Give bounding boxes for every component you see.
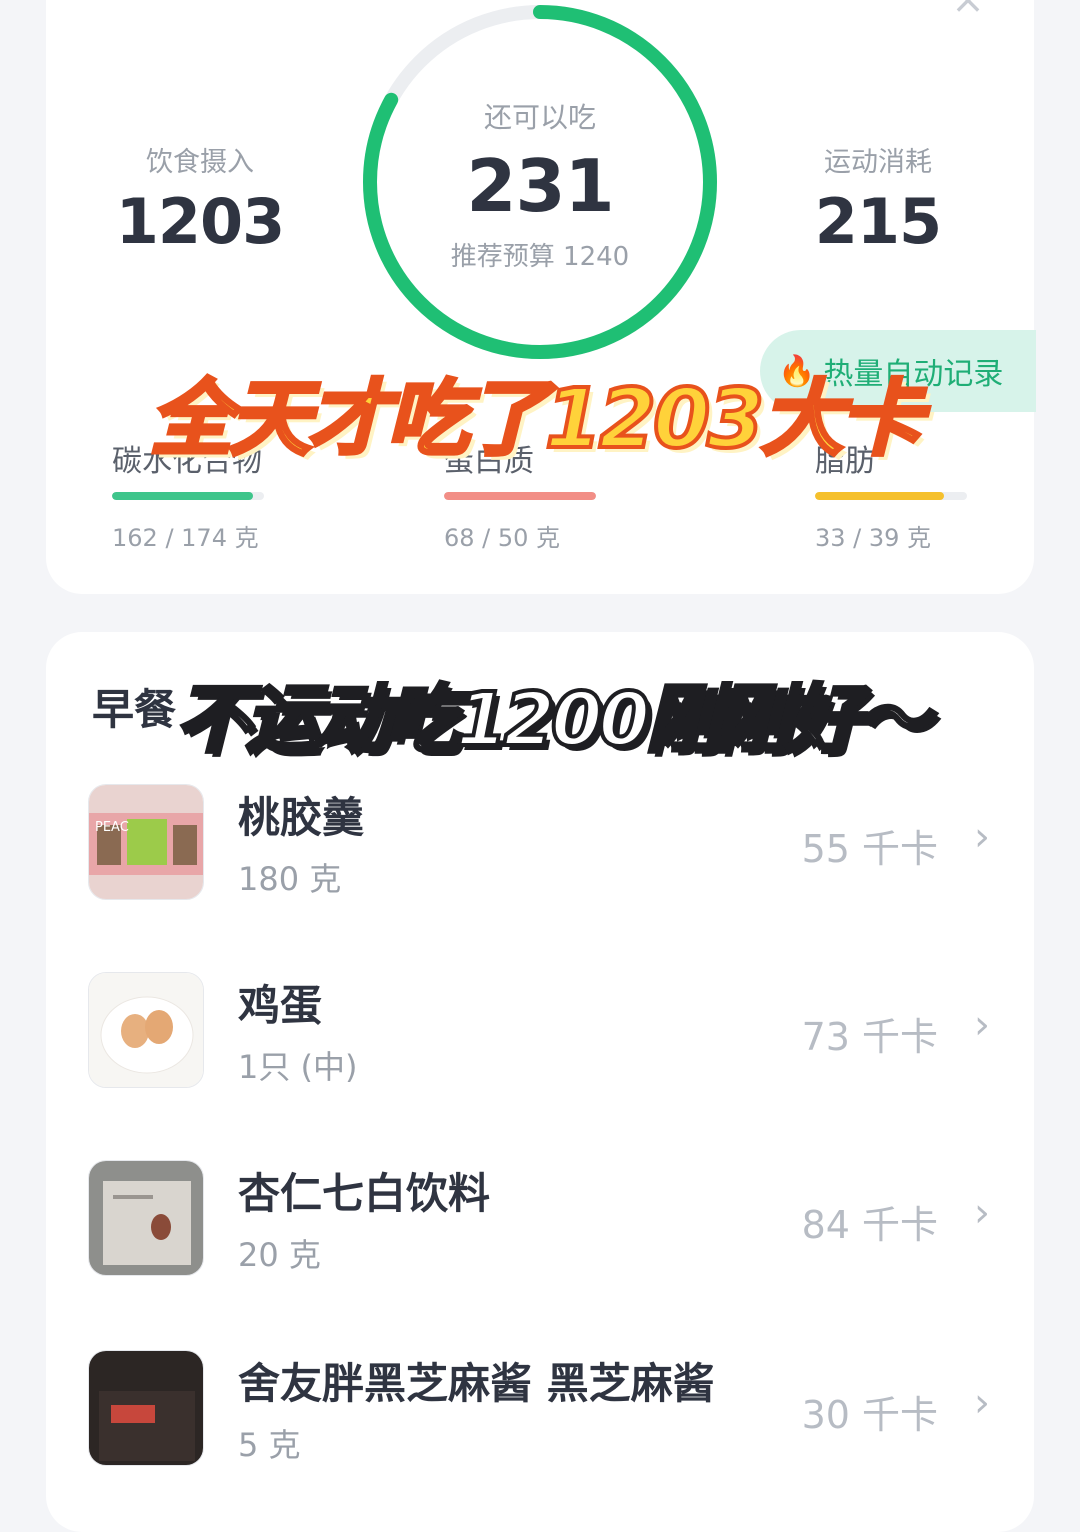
chevron-right-icon: ›	[974, 1190, 990, 1236]
exercise-burn-stat: 运动消耗 215	[758, 140, 998, 258]
diet-intake-stat: 饮食摄入 1203	[80, 140, 320, 258]
exercise-burn-value: 215	[814, 185, 942, 258]
remaining-value: 231	[466, 144, 614, 228]
meal-title: 早餐	[92, 685, 177, 734]
food-amount: 180 克	[238, 860, 342, 898]
food-name: 鸡蛋	[238, 981, 323, 1030]
caption-overlay-2: 不运动吃1200刚刚好～	[174, 675, 932, 765]
remaining-label: 还可以吃	[483, 101, 596, 134]
food-kcal: 55 千卡	[801, 827, 938, 871]
close-icon[interactable]: ×	[948, 0, 988, 20]
food-item[interactable]: PEAC 桃胶羹 180 克 55 千卡 ›	[88, 784, 998, 902]
food-item[interactable]: 舍友胖黑芝麻酱 黑芝麻酱 5 克 30 千卡 ›	[88, 1350, 998, 1468]
diet-intake-label: 饮食摄入	[146, 147, 254, 178]
food-item[interactable]: 鸡蛋 1只 (中) 73 千卡 ›	[88, 972, 998, 1090]
chevron-right-icon: ›	[974, 814, 990, 860]
diet-intake-value: 1203	[115, 185, 286, 258]
calorie-ring[interactable]: 还可以吃 231 推荐预算 1240	[358, 0, 722, 364]
sesame-jar-photo	[88, 1350, 204, 1466]
macro-progress-bar	[444, 492, 596, 500]
macro-progress-bar	[815, 492, 967, 500]
chevron-right-icon: ›	[974, 1002, 990, 1048]
food-kcal: 84 千卡	[801, 1203, 938, 1247]
food-amount: 20 克	[238, 1236, 321, 1274]
macro-value: 68 / 50 克	[444, 524, 561, 552]
macro-value: 162 / 174 克	[112, 524, 259, 552]
food-name: 杏仁七白饮料	[238, 1169, 491, 1218]
macro-progress-bar	[112, 492, 264, 500]
macro-progress-fill	[112, 492, 254, 500]
recommended-budget: 推荐预算 1240	[450, 242, 630, 272]
svg-text:PEAC: PEAC	[95, 820, 129, 835]
macro-value: 33 / 39 克	[815, 524, 932, 552]
food-amount: 1只 (中)	[238, 1048, 358, 1086]
macro-progress-fill	[815, 492, 945, 500]
peach-gum-box-photo: PEAC	[88, 784, 204, 900]
exercise-burn-label: 运动消耗	[824, 147, 932, 178]
eggs-plate-photo	[88, 972, 204, 1088]
drink-box-photo	[88, 1160, 204, 1276]
food-item[interactable]: 杏仁七白饮料 20 克 84 千卡 ›	[88, 1160, 998, 1278]
food-name: 舍友胖黑芝麻酱 黑芝麻酱	[238, 1359, 715, 1408]
caption-overlay-1: 全天才吃了1203大卡	[148, 370, 924, 469]
food-kcal: 73 千卡	[801, 1015, 938, 1059]
food-amount: 5 克	[238, 1426, 301, 1464]
food-kcal: 30 千卡	[801, 1393, 938, 1437]
food-name: 桃胶羹	[238, 793, 365, 842]
macro-progress-fill	[444, 492, 596, 500]
chevron-right-icon: ›	[974, 1380, 990, 1426]
